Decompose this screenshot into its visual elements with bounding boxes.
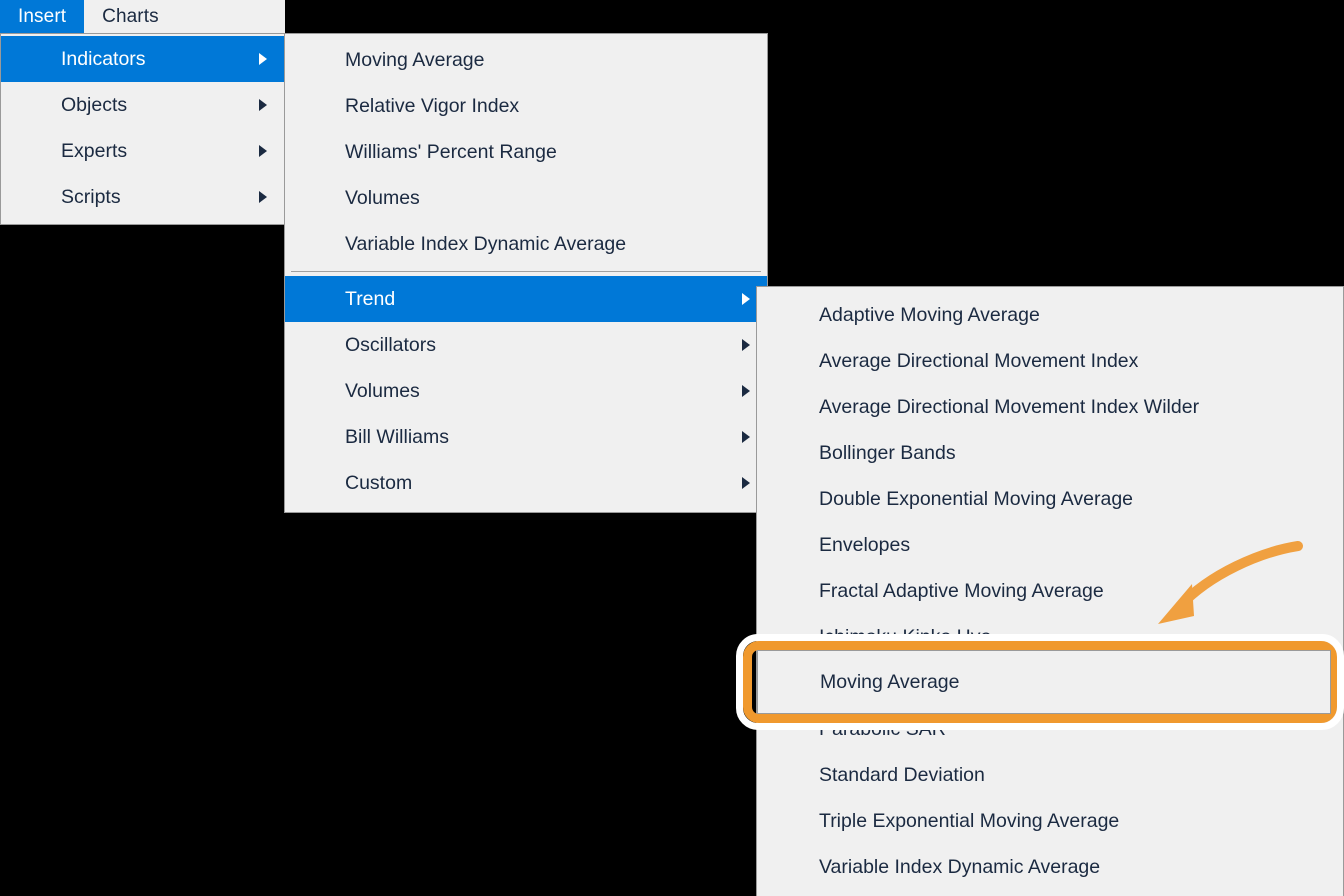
- menu-item-scripts-label: Scripts: [61, 185, 121, 208]
- chevron-right-icon: [742, 431, 750, 443]
- menu-item-objects[interactable]: Objects: [1, 82, 284, 128]
- menu-item-adaptive-moving-average[interactable]: Adaptive Moving Average: [757, 292, 1343, 338]
- chevron-right-icon: [742, 293, 750, 305]
- chevron-right-icon: [742, 477, 750, 489]
- trend-menu-panel: Adaptive Moving Average Average Directio…: [756, 286, 1344, 896]
- menu-item-double-exponential-moving-average[interactable]: Double Exponential Moving Average: [757, 476, 1343, 522]
- menubar-item-insert[interactable]: Insert: [0, 0, 85, 34]
- chevron-right-icon: [259, 145, 267, 157]
- menu-item-volumes-category[interactable]: Volumes: [285, 368, 767, 414]
- indicators-menu-panel: Moving Average Relative Vigor Index Will…: [284, 33, 768, 513]
- menu-item-volumes-label: Volumes: [345, 379, 420, 402]
- menu-item-indicators-label: Indicators: [61, 47, 146, 70]
- menu-item-label: Envelopes: [819, 533, 911, 556]
- menu-item-trend-label: Trend: [345, 287, 396, 310]
- chevron-right-icon: [259, 99, 267, 111]
- menu-item-label: Fractal Adaptive Moving Average: [819, 579, 1104, 602]
- menu-item-label: Variable Index Dynamic Average: [345, 232, 627, 255]
- menu-item-volumes-recent[interactable]: Volumes: [285, 175, 767, 221]
- menu-item-oscillators-label: Oscillators: [345, 333, 437, 356]
- menu-item-bollinger-bands[interactable]: Bollinger Bands: [757, 430, 1343, 476]
- menu-item-bill-williams[interactable]: Bill Williams: [285, 414, 767, 460]
- menu-item-indicators[interactable]: Indicators: [1, 36, 284, 82]
- menu-item-williams-percent-range[interactable]: Williams' Percent Range: [285, 129, 767, 175]
- chevron-right-icon: [259, 53, 267, 65]
- menu-item-standard-deviation[interactable]: Standard Deviation: [757, 752, 1343, 798]
- menu-item-custom-label: Custom: [345, 471, 413, 494]
- menu-item-label: Bollinger Bands: [819, 441, 956, 464]
- menu-item-experts[interactable]: Experts: [1, 128, 284, 174]
- menu-item-experts-label: Experts: [61, 139, 128, 162]
- menu-bar: Insert Charts: [0, 0, 285, 34]
- menu-item-label: Adaptive Moving Average: [819, 303, 1040, 326]
- menu-item-label: Ichimoku Kinko Hyo: [819, 625, 992, 648]
- chevron-right-icon: [259, 191, 267, 203]
- menu-item-moving-average[interactable]: Moving Average: [757, 650, 1331, 714]
- menu-item-label: Average Directional Movement Index Wilde…: [819, 395, 1200, 418]
- menu-separator: [291, 271, 761, 272]
- chevron-right-icon: [742, 339, 750, 351]
- menu-item-label: Average Directional Movement Index: [819, 349, 1139, 372]
- insert-menu-panel: Indicators Objects Experts Scripts: [0, 33, 285, 225]
- menu-item-triple-exponential-moving-average[interactable]: Triple Exponential Moving Average: [757, 798, 1343, 844]
- menubar-item-charts[interactable]: Charts: [84, 0, 177, 34]
- menu-item-label: Triple Exponential Moving Average: [819, 809, 1120, 832]
- menu-item-custom[interactable]: Custom: [285, 460, 767, 506]
- menu-item-moving-average-row[interactable]: Moving Average: [758, 651, 1330, 713]
- menu-item-average-directional-movement-index[interactable]: Average Directional Movement Index: [757, 338, 1343, 384]
- menu-item-bill-williams-label: Bill Williams: [345, 425, 449, 448]
- menu-item-oscillators[interactable]: Oscillators: [285, 322, 767, 368]
- menu-item-envelopes[interactable]: Envelopes: [757, 522, 1343, 568]
- chevron-right-icon: [742, 385, 750, 397]
- menu-item-label: Moving Average: [345, 48, 485, 71]
- menu-item-label: Standard Deviation: [819, 763, 985, 786]
- menu-item-label: Relative Vigor Index: [345, 94, 520, 117]
- menu-item-trend[interactable]: Trend: [285, 276, 767, 322]
- menu-item-variable-index-dynamic-average[interactable]: Variable Index Dynamic Average: [757, 844, 1343, 890]
- menu-item-objects-label: Objects: [61, 93, 128, 116]
- menu-item-moving-average-label: Moving Average: [820, 670, 960, 693]
- menu-item-variable-index-dynamic-average-recent[interactable]: Variable Index Dynamic Average: [285, 221, 767, 267]
- menubar-item-insert-label: Insert: [18, 6, 67, 27]
- menu-item-fractal-adaptive-moving-average[interactable]: Fractal Adaptive Moving Average: [757, 568, 1343, 614]
- menu-item-relative-vigor-index[interactable]: Relative Vigor Index: [285, 83, 767, 129]
- menu-item-label: Variable Index Dynamic Average: [819, 855, 1101, 878]
- menu-item-label: Volumes: [345, 186, 420, 209]
- menu-item-label: Williams' Percent Range: [345, 140, 557, 163]
- screenshot-root: Insert Charts Indicators Objects Experts…: [0, 0, 1344, 896]
- menu-item-label: Double Exponential Moving Average: [819, 487, 1134, 510]
- menu-item-scripts[interactable]: Scripts: [1, 174, 284, 220]
- menu-item-moving-average-recent[interactable]: Moving Average: [285, 37, 767, 83]
- menu-item-label: Parabolic SAR: [819, 717, 946, 740]
- menubar-item-charts-label: Charts: [102, 6, 159, 27]
- menu-item-average-directional-movement-index-wilder[interactable]: Average Directional Movement Index Wilde…: [757, 384, 1343, 430]
